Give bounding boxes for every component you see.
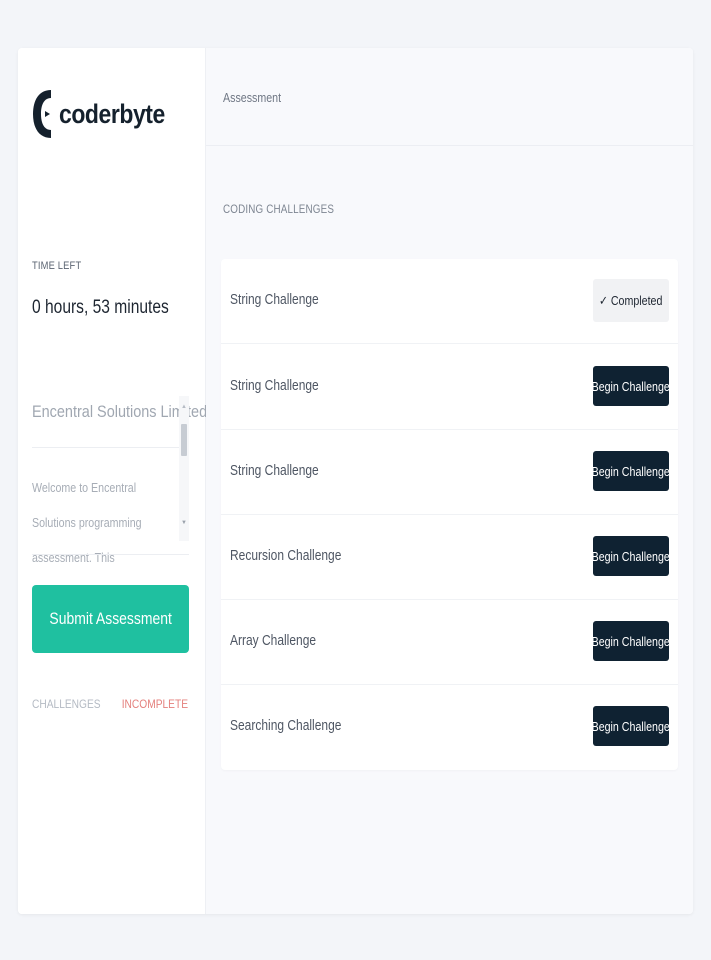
divider (32, 554, 189, 555)
time-left-label: TIME LEFT (32, 260, 82, 272)
begin-challenge-button[interactable]: Begin Challenge (592, 706, 670, 746)
challenge-row: Recursion Challenge Begin Challenge (221, 515, 678, 600)
begin-challenge-button[interactable]: Begin Challenge (592, 366, 670, 406)
brand-name: coderbyte (59, 98, 165, 129)
divider (32, 447, 180, 448)
coderbyte-logo-icon (31, 78, 57, 150)
challenge-name: String Challenge (230, 291, 319, 308)
assessment-window: coderbyte TIME LEFT 0 hours, 53 minutes … (18, 48, 693, 914)
scrollbar-thumb[interactable] (181, 424, 187, 456)
coderbyte-logo: coderbyte (31, 78, 184, 150)
challenge-name: Recursion Challenge (230, 547, 342, 564)
status-badge: INCOMPLETE (121, 697, 188, 711)
submit-assessment-button[interactable]: Submit Assessment (32, 585, 189, 653)
challenges-list: String Challenge ✓ Completed String Chal… (221, 259, 678, 770)
challenge-name: Searching Challenge (230, 717, 342, 734)
completed-button[interactable]: ✓ Completed (593, 279, 669, 322)
challenge-name: String Challenge (230, 377, 319, 394)
time-left-value: 0 hours, 53 minutes (32, 297, 169, 318)
page-title: Assessment (223, 90, 282, 105)
challenge-row: String Challenge Begin Challenge (221, 430, 678, 515)
challenge-row: String Challenge ✓ Completed (221, 259, 678, 344)
begin-challenge-button[interactable]: Begin Challenge (592, 621, 670, 661)
challenge-name: Array Challenge (230, 632, 317, 649)
challenge-name: String Challenge (230, 462, 319, 479)
challenge-row: String Challenge Begin Challenge (221, 345, 678, 430)
begin-challenge-button[interactable]: Begin Challenge (592, 451, 670, 491)
challenge-row: Array Challenge Begin Challenge (221, 600, 678, 685)
assessment-info-panel[interactable]: Encentral Solutions Limited Welcome to E… (32, 396, 207, 565)
main-content: Assessment CODING CHALLENGES String Chal… (206, 48, 693, 914)
challenges-label: CHALLENGES (32, 697, 101, 711)
chevron-down-icon[interactable]: ▼ (181, 520, 187, 526)
welcome-text: Welcome to Encentral Solutions programmi… (32, 480, 142, 565)
chevron-up-icon[interactable]: ▲ (181, 404, 187, 410)
begin-challenge-button[interactable]: Begin Challenge (592, 536, 670, 576)
sidebar: coderbyte TIME LEFT 0 hours, 53 minutes … (18, 48, 207, 914)
section-title: CODING CHALLENGES (223, 202, 335, 216)
completed-label: ✓ Completed (599, 292, 663, 308)
info-scrollbar[interactable]: ▲ ▼ (179, 396, 189, 541)
header: Assessment (206, 48, 693, 146)
challenge-row: Searching Challenge Begin Challenge (221, 685, 678, 770)
